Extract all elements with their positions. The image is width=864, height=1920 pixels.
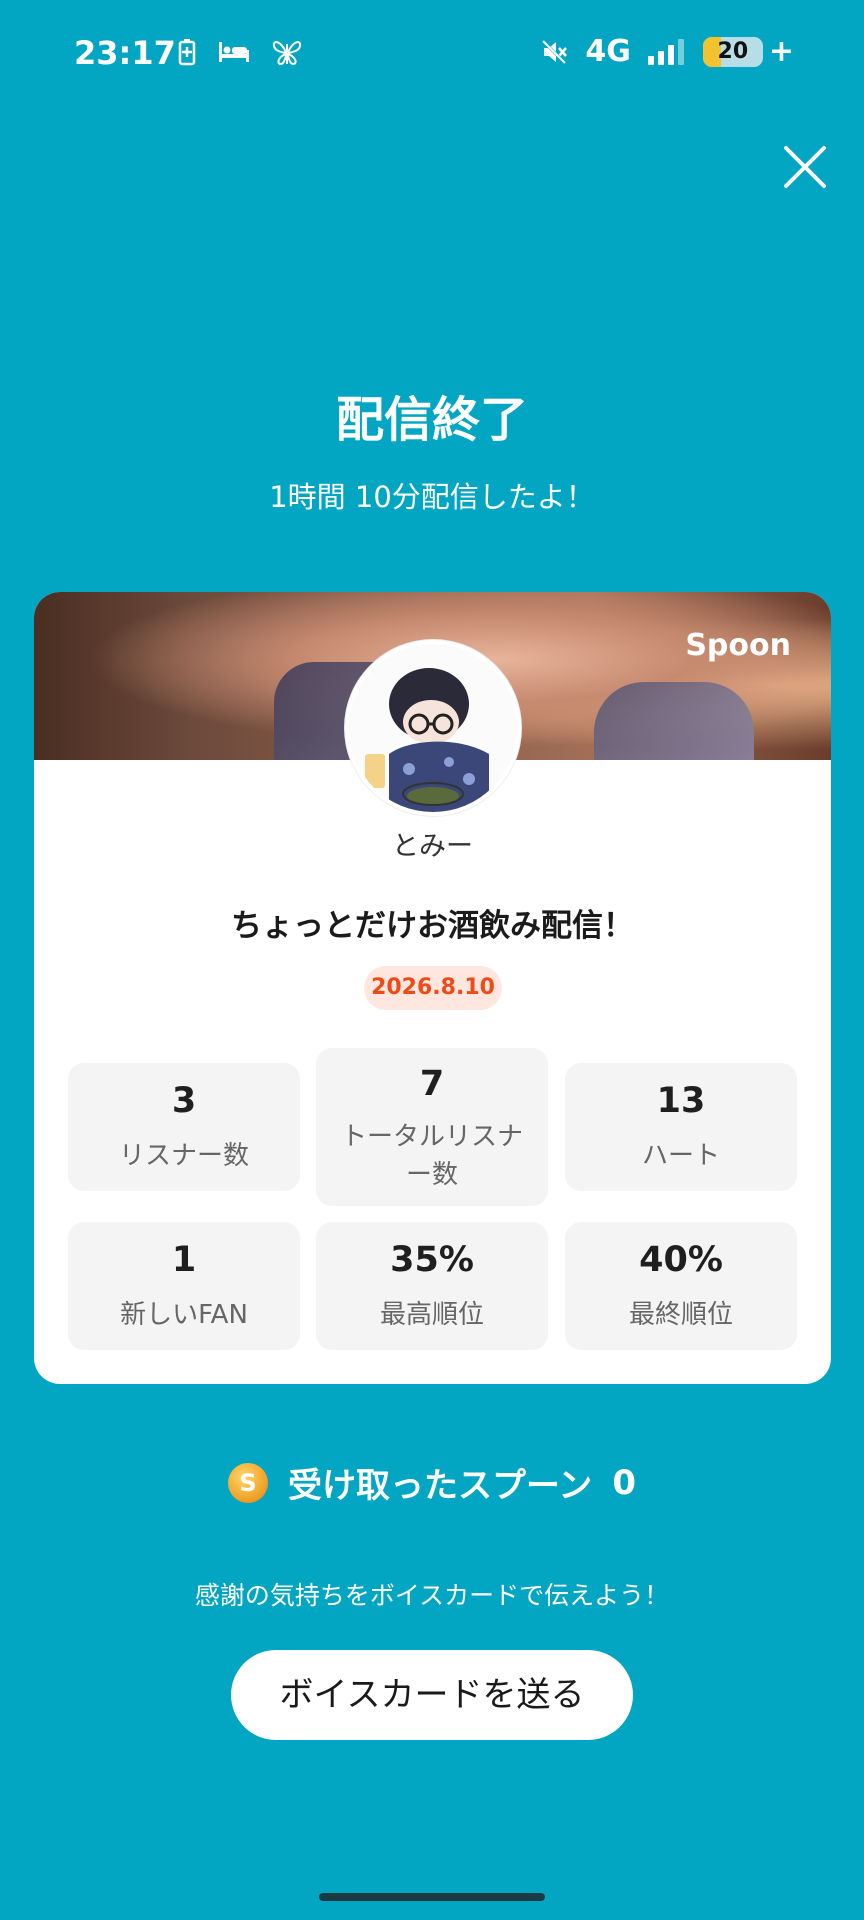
- stat-label: リスナー数: [118, 1141, 249, 1171]
- status-bar: 23:17 4G 20 +: [0, 0, 864, 110]
- network-type: 4G: [585, 34, 631, 69]
- spoons-received: S 受け取ったスプーン 0: [0, 1458, 864, 1507]
- thanks-message: 感謝の気持ちをボイスカードで伝えよう！: [194, 1581, 670, 1610]
- butterfly-icon: [272, 41, 302, 66]
- battery-level: 20: [717, 38, 749, 64]
- page-title: 配信終了: [335, 392, 528, 448]
- spoon-coin-icon: S: [228, 1462, 268, 1503]
- sleep-icon: [219, 42, 249, 62]
- stat-value: 40%: [639, 1240, 723, 1280]
- stat-value: 13: [656, 1081, 706, 1121]
- broadcast-duration: 1時間 10分配信したよ！: [269, 480, 595, 514]
- send-voice-card-button[interactable]: ボイスカードを送る: [231, 1650, 633, 1740]
- spoon-logo: Spoon: [685, 628, 791, 663]
- charging-indicator: +: [768, 34, 794, 69]
- mute-icon: [541, 38, 568, 65]
- battery-icon: 20: [702, 36, 763, 67]
- broadcast-summary-card: Spoon とみー ちょっとだけお酒飲み配信！ 2026.8.10 3 リスナー…: [34, 592, 831, 1384]
- avatar: [345, 640, 521, 816]
- stat-label: ハート: [641, 1141, 720, 1171]
- close-icon[interactable]: [782, 144, 828, 190]
- stat-final-rank: 40% 最終順位: [565, 1222, 797, 1350]
- stat-value: 3: [171, 1081, 197, 1121]
- date-badge: 2026.8.10: [364, 966, 502, 1010]
- stat-label: トータルリスナー数: [340, 1122, 523, 1190]
- stat-highest-rank: 35% 最高順位: [316, 1222, 548, 1350]
- username: とみー: [392, 831, 473, 862]
- stat-label: 最終順位: [628, 1300, 733, 1330]
- stat-value: 7: [419, 1064, 445, 1104]
- stat-hearts: 13 ハート: [565, 1063, 797, 1191]
- stream-title: ちょっとだけお酒飲み配信！: [231, 908, 634, 944]
- stat-value: 1: [171, 1240, 197, 1280]
- stat-value: 35%: [390, 1240, 474, 1280]
- status-time: 23:17: [74, 34, 176, 72]
- spoons-label: 受け取ったスプーン: [288, 1466, 593, 1506]
- signal-icon: [647, 38, 684, 65]
- home-indicator[interactable]: [319, 1893, 545, 1901]
- stat-label: 新しいFAN: [120, 1300, 248, 1330]
- battery-saver-icon: [178, 39, 196, 66]
- stat-new-fans: 1 新しいFAN: [68, 1222, 300, 1350]
- stat-listeners: 3 リスナー数: [68, 1063, 300, 1191]
- spoons-count: 0: [612, 1462, 636, 1503]
- stat-label: 最高順位: [379, 1300, 484, 1330]
- stat-total-listeners: 7 トータルリスナー数: [316, 1048, 548, 1206]
